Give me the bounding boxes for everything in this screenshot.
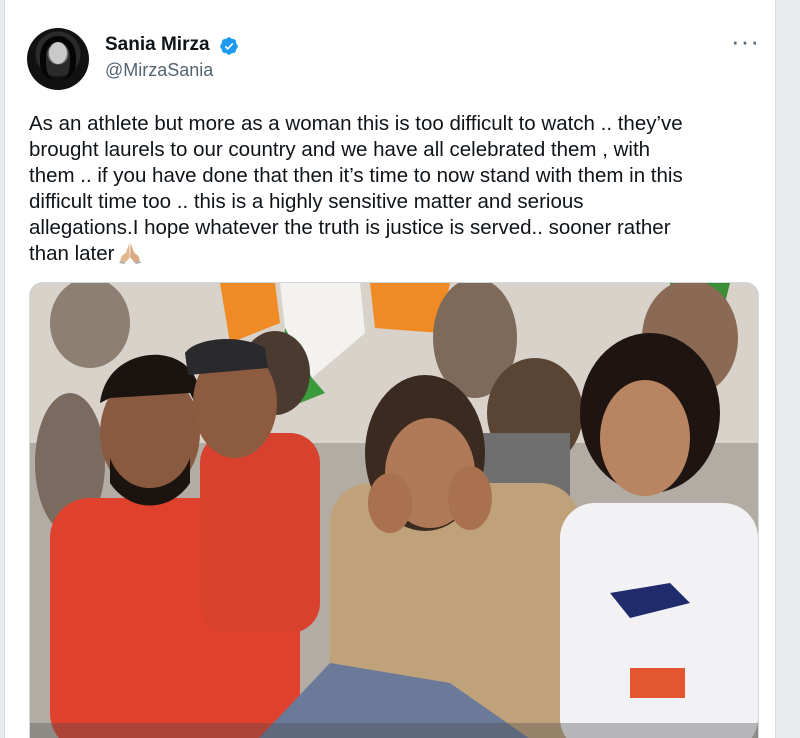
author-avatar[interactable]	[27, 28, 89, 90]
avatar-face	[49, 42, 67, 64]
author-name[interactable]: Sania Mirza	[105, 34, 210, 56]
tweet-photo[interactable]	[29, 282, 759, 738]
protest-photo	[30, 283, 758, 738]
verified-badge-icon	[220, 37, 238, 55]
author-handle[interactable]: @MirzaSania	[105, 60, 213, 81]
tweet-card: Sania Mirza @MirzaSania ··· As an athlet…	[4, 0, 776, 738]
folded-hands-emoji	[119, 243, 142, 264]
more-options-icon[interactable]: ···	[731, 28, 760, 54]
tweet-text: As an athlete but more as a woman this i…	[29, 111, 764, 267]
